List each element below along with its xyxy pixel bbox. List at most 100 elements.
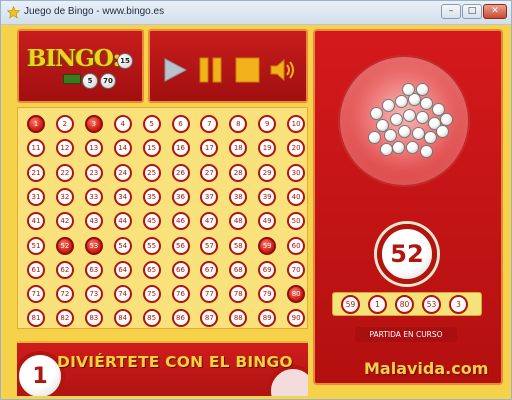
board-cell: 68	[229, 260, 248, 279]
board-cell: 83	[84, 309, 103, 328]
board-cell: 37	[200, 187, 219, 206]
globe-ball	[416, 83, 429, 96]
board-cell-marked: 52	[55, 236, 74, 255]
board-cell-marked: 1	[27, 115, 45, 133]
board-cell: 76	[171, 285, 190, 304]
board-cell-marked: 3	[84, 115, 103, 133]
game-status: PARTIDA EN CURSO	[355, 327, 457, 342]
board-cell: 75	[142, 285, 161, 304]
board-cell: 27	[200, 163, 219, 182]
globe-ball	[398, 125, 411, 138]
recent-ball: 1	[368, 295, 387, 314]
pause-icon[interactable]	[196, 55, 226, 85]
board-cell: 73	[84, 285, 103, 304]
title-bar[interactable]: Juego de Bingo - www.bingo.es – □ ✕	[1, 1, 511, 25]
board-cell: 81	[27, 309, 45, 328]
board-cell: 42	[55, 212, 74, 231]
board-cell: 51	[27, 236, 45, 255]
board-cell: 47	[200, 212, 219, 231]
board-cell: 77	[200, 285, 219, 304]
board-cell: 41	[27, 212, 45, 231]
game-area: BINGO: 15 5 70 1 2 3 4 5 6 7 8 9 10 11 1…	[4, 26, 510, 396]
board-cell: 69	[258, 260, 277, 279]
board-cell: 55	[142, 236, 161, 255]
speaker-icon[interactable]	[268, 55, 298, 85]
board-cell: 57	[200, 236, 219, 255]
board-cell: 79	[258, 285, 277, 304]
recent-ball: 59	[341, 295, 360, 314]
board-cell: 25	[142, 163, 161, 182]
promo-banner: 1 DIVIÉRTETE CON EL BINGO	[17, 341, 308, 396]
logo-ball: 15	[117, 53, 133, 69]
board-cell: 40	[287, 187, 306, 206]
board-cell: 35	[142, 187, 161, 206]
bingo-logo: BINGO:	[27, 45, 121, 72]
board-cell: 86	[171, 309, 190, 328]
board-cell: 13	[84, 139, 103, 158]
board-cell: 90	[287, 309, 306, 328]
logo-ball: 70	[100, 73, 116, 89]
board-cell: 36	[171, 187, 190, 206]
globe-ball	[380, 143, 393, 156]
board-cell: 26	[171, 163, 190, 182]
board-cell: 38	[229, 187, 248, 206]
board-cell: 7	[200, 115, 219, 133]
board-cell: 63	[84, 260, 103, 279]
board-cell: 16	[171, 139, 190, 158]
board-cell: 9	[258, 115, 277, 133]
control-panel	[148, 29, 308, 103]
board-cell: 24	[113, 163, 132, 182]
board-cell: 78	[229, 285, 248, 304]
maximize-button[interactable]: □	[462, 4, 482, 19]
board-cell: 64	[113, 260, 132, 279]
globe-ball	[402, 83, 415, 96]
board-cell: 87	[200, 309, 219, 328]
board-cell: 4	[113, 115, 132, 133]
globe-ball	[382, 99, 395, 112]
board-cell: 8	[229, 115, 248, 133]
board-cell: 60	[287, 236, 306, 255]
board-cell: 33	[84, 187, 103, 206]
watermark: Malavida.com	[364, 359, 489, 378]
stop-icon[interactable]	[232, 55, 262, 85]
board-cell: 18	[229, 139, 248, 158]
cash-icon	[63, 74, 81, 84]
board-cell: 6	[171, 115, 190, 133]
board-cell: 28	[229, 163, 248, 182]
board-cell: 49	[258, 212, 277, 231]
board-cell: 88	[229, 309, 248, 328]
board-cell: 71	[27, 285, 45, 304]
window-controls: – □ ✕	[441, 4, 507, 19]
board-cell: 67	[200, 260, 219, 279]
board-cell: 21	[27, 163, 45, 182]
play-icon[interactable]	[160, 55, 190, 85]
board-cell: 74	[113, 285, 132, 304]
ball-globe	[338, 55, 470, 187]
board-cell: 31	[27, 187, 45, 206]
banner-slogan: DIVIÉRTETE CON EL BINGO	[57, 353, 293, 371]
game-window: Juego de Bingo - www.bingo.es – □ ✕ BING…	[0, 0, 512, 400]
board-cell: 70	[287, 260, 306, 279]
board-cell: 44	[113, 212, 132, 231]
globe-ball	[440, 113, 453, 126]
recent-numbers: 59 1 80 53 3	[332, 292, 482, 316]
board-cell: 10	[287, 115, 306, 133]
board-cell: 46	[171, 212, 190, 231]
globe-ball	[420, 145, 433, 158]
globe-ball	[392, 141, 405, 154]
board-cell: 32	[55, 187, 74, 206]
globe-ball	[436, 125, 449, 138]
board-cell: 58	[229, 236, 248, 255]
board-cell-marked: 59	[258, 236, 277, 255]
minimize-button[interactable]: –	[441, 4, 461, 19]
close-button[interactable]: ✕	[483, 4, 507, 19]
board-cell: 14	[113, 139, 132, 158]
board-cell: 89	[258, 309, 277, 328]
board-cell: 84	[113, 309, 132, 328]
board-cell-marked: 80	[287, 285, 306, 304]
board-cell: 23	[84, 163, 103, 182]
board-cell: 43	[84, 212, 103, 231]
current-number-ball: 52	[377, 224, 437, 284]
board-cell: 22	[55, 163, 74, 182]
board-cell: 20	[287, 139, 306, 158]
